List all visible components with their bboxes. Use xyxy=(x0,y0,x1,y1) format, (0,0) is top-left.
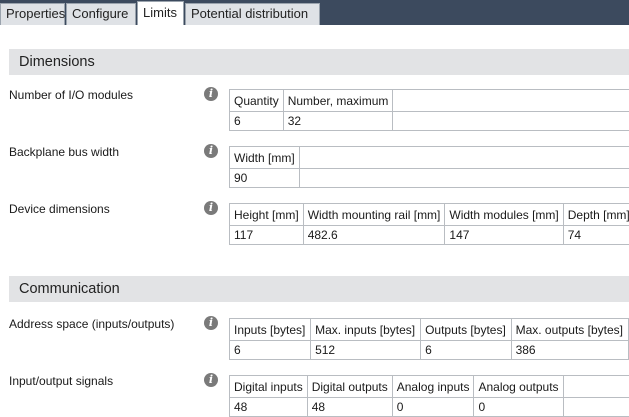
device-dimensions-label: Device dimensions xyxy=(9,202,110,216)
table-header: Max. inputs [bytes] xyxy=(310,318,422,341)
tab-bar: Properties Configure Limits Potential di… xyxy=(0,0,629,25)
info-icon[interactable]: i xyxy=(204,87,218,101)
table-cell[interactable]: 6 xyxy=(229,111,284,131)
table-cell[interactable]: 0 xyxy=(391,397,475,417)
table-header: Max. outputs [bytes] xyxy=(510,318,629,341)
table-filler xyxy=(392,89,629,112)
table-cell[interactable]: 32 xyxy=(282,111,394,131)
table-header: Quantity xyxy=(229,89,284,112)
limits-panel: Dimensions Number of I/O modules i Quant… xyxy=(0,25,629,417)
table-cell[interactable]: 0 xyxy=(473,397,564,417)
table-filler xyxy=(562,397,629,417)
info-icon[interactable]: i xyxy=(204,316,218,330)
table-cell[interactable]: 6 xyxy=(420,340,512,360)
tab-limits[interactable]: Limits xyxy=(137,1,184,25)
table-header: Analog inputs xyxy=(391,375,475,398)
info-icon[interactable]: i xyxy=(204,144,218,158)
info-icon[interactable]: i xyxy=(204,373,218,387)
table-cell[interactable]: 48 xyxy=(229,397,308,417)
table-cell[interactable]: 147 xyxy=(444,225,564,245)
table-cell[interactable]: 6 xyxy=(228,340,312,360)
table-filler xyxy=(562,375,629,398)
table-header: Height [mm] xyxy=(229,203,304,226)
tab-properties[interactable]: Properties xyxy=(0,3,65,25)
tab-potential-distribution[interactable]: Potential distribution xyxy=(185,3,320,25)
address-space-label: Address space (inputs/outputs) xyxy=(9,317,175,331)
table-header: Depth [mm] xyxy=(562,203,629,226)
device-dimensions-table: Height [mm] Width mounting rail [mm] Wid… xyxy=(229,203,629,245)
table-cell[interactable]: 386 xyxy=(510,340,629,360)
table-cell[interactable]: 48 xyxy=(306,397,393,417)
table-cell[interactable]: 482.6 xyxy=(302,225,446,245)
backplane-table: Width [mm] 90 xyxy=(229,146,629,188)
table-filler xyxy=(298,168,629,188)
table-filler xyxy=(392,111,629,131)
table-filler xyxy=(298,146,629,169)
table-header: Digital inputs xyxy=(229,375,308,398)
address-space-table: Inputs [bytes] Max. inputs [bytes] Outpu… xyxy=(228,318,629,360)
table-header: Digital outputs xyxy=(306,375,393,398)
table-cell[interactable]: 90 xyxy=(229,168,300,188)
section-dimensions-header[interactable]: Dimensions xyxy=(9,49,629,75)
table-header: Width [mm] xyxy=(229,146,300,169)
io-signals-label: Input/output signals xyxy=(9,374,114,388)
table-header: Number, maximum xyxy=(282,89,394,112)
tab-configure[interactable]: Configure xyxy=(66,3,136,25)
table-cell[interactable]: 117 xyxy=(229,225,304,245)
io-modules-label: Number of I/O modules xyxy=(9,88,134,102)
backplane-label: Backplane bus width xyxy=(9,145,120,159)
info-icon[interactable]: i xyxy=(204,201,218,215)
table-header: Analog outputs xyxy=(473,375,564,398)
table-cell[interactable]: 512 xyxy=(310,340,422,360)
table-header: Width mounting rail [mm] xyxy=(302,203,446,226)
table-header: Outputs [bytes] xyxy=(420,318,512,341)
section-communication-header[interactable]: Communication xyxy=(9,276,629,302)
table-header: Inputs [bytes] xyxy=(228,318,312,341)
io-signals-table: Digital inputs Digital outputs Analog in… xyxy=(229,375,629,417)
table-cell[interactable]: 74 xyxy=(562,225,629,245)
io-modules-table: Quantity Number, maximum 6 32 xyxy=(229,89,629,131)
table-header: Width modules [mm] xyxy=(444,203,564,226)
